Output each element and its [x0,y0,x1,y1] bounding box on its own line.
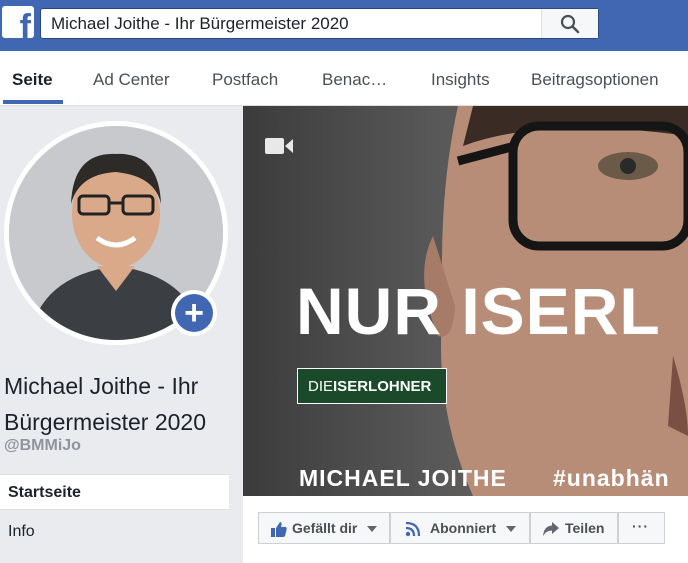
plus-icon: + [175,294,213,332]
add-profile-picture-button[interactable]: + [171,290,217,336]
like-button-label: Gefällt dir [292,520,358,536]
cover-video[interactable]: NUR ISERL DIEISERLOHNER MICHAEL JOITHE #… [243,106,688,496]
active-tab-indicator [3,100,63,104]
follow-button[interactable]: Abonniert [390,512,530,544]
tab-ad-center[interactable]: Ad Center [93,70,170,90]
tab-beitragsoptionen[interactable]: Beitragsoptionen [531,70,659,90]
share-button-label: Teilen [565,520,605,536]
share-arrow-icon [543,522,559,536]
video-camera-icon [265,138,293,154]
search-icon [560,14,580,34]
cover-hashtag-text: #unabhän [553,465,670,491]
cover-name-text: MICHAEL JOITHE [299,465,507,491]
logo-main: ISERLOHNER [333,378,432,395]
page-name: Michael Joithe - Ihr Bürgermeister 2020 [4,373,206,435]
share-button[interactable]: Teilen [530,512,618,544]
page-handle[interactable]: @BMMiJo [4,437,81,455]
thumbs-up-icon [271,522,287,537]
page-tabs: Seite Ad Center Postfach Benac… Insights… [0,51,688,106]
search-box[interactable]: Michael Joithe - Ihr Bürgermeister 2020 [40,8,599,39]
search-input[interactable]: Michael Joithe - Ihr Bürgermeister 2020 [51,14,349,34]
more-dots-icon: ··· [632,518,649,534]
iserlohner-logo: DIEISERLOHNER [297,368,447,404]
sidebar-item-info[interactable]: Info [8,523,35,541]
sidebar-item-startseite[interactable]: Startseite [0,474,229,510]
tab-postfach[interactable]: Postfach [212,70,278,90]
chevron-down-icon [506,526,516,532]
sidebar-item-label: Startseite [8,484,81,501]
logo-prefix: DIE [308,378,334,395]
chevron-down-icon [367,526,377,532]
more-options-button[interactable]: ··· [618,512,665,544]
rss-follow-icon [405,521,421,537]
like-button[interactable]: Gefällt dir [258,512,390,544]
tab-benachrichtigungen[interactable]: Benac… [322,70,387,90]
cover-headline: NUR ISERL [296,274,661,348]
search-button[interactable] [541,9,598,38]
follow-button-label: Abonniert [430,520,497,536]
top-bar: f Michael Joithe - Ihr Bürgermeister 202… [0,0,688,51]
tab-seite[interactable]: Seite [12,70,53,90]
page-action-bar: Gefällt dir Abonniert Teilen ··· [243,496,688,563]
facebook-logo-icon[interactable]: f [2,6,34,38]
tab-insights[interactable]: Insights [431,70,490,90]
